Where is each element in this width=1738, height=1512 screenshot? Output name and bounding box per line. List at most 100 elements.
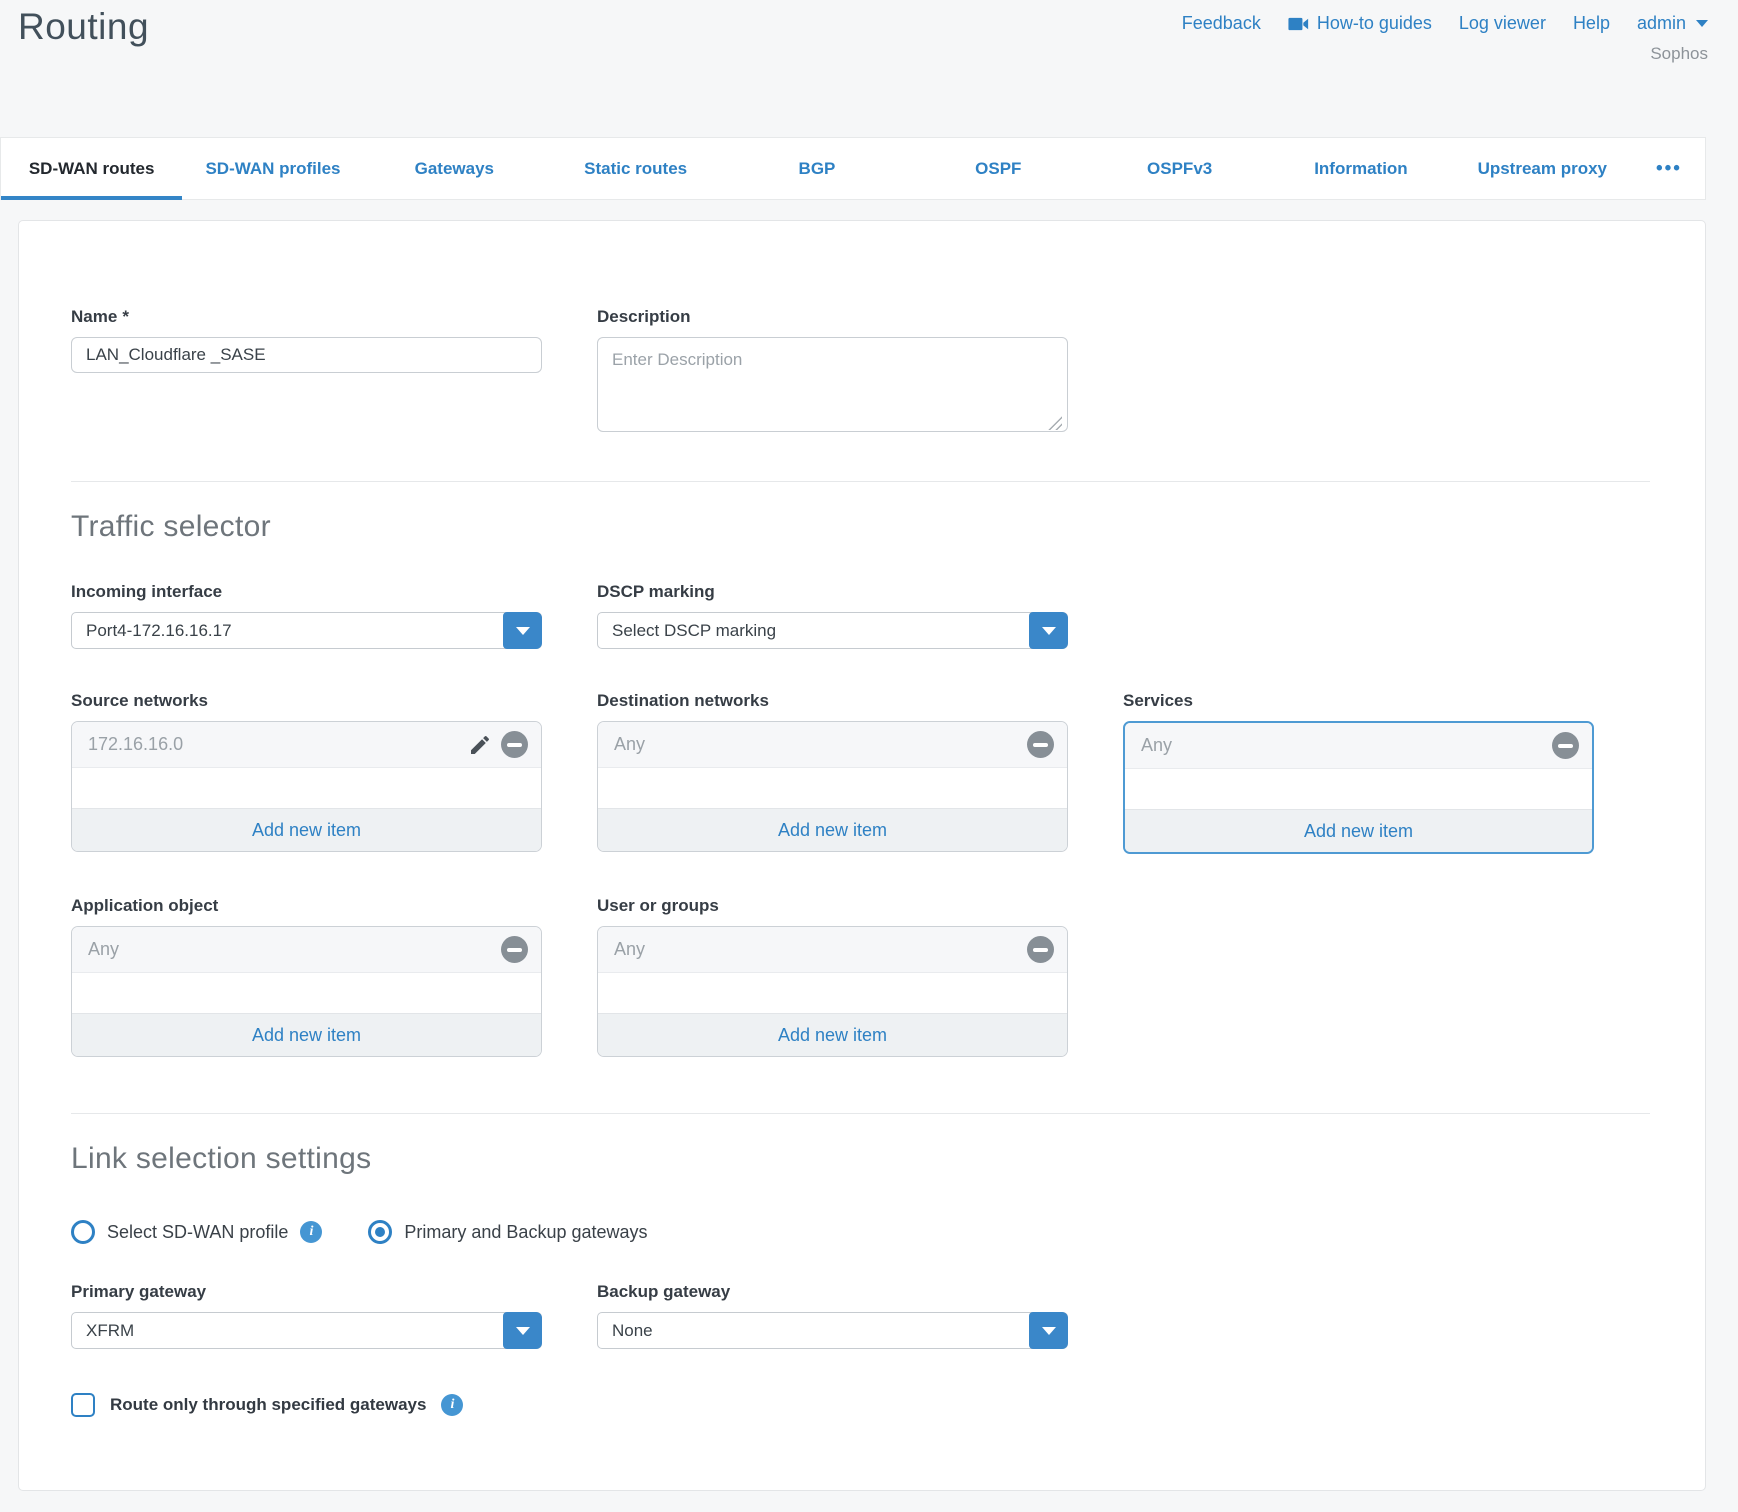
destination-networks-box: Any Add new item [597,721,1068,852]
how-to-guides-label: How-to guides [1317,13,1432,34]
primary-gateway-value: XFRM [72,1313,541,1348]
destination-network-item-text: Any [614,734,645,755]
add-new-item-button[interactable]: Add new item [598,808,1067,851]
incoming-interface-dropdown[interactable]: Port4-172.16.16.17 [71,612,542,649]
dropdown-arrow-icon[interactable] [503,612,542,649]
info-icon[interactable]: i [300,1221,322,1243]
dscp-marking-group: DSCP marking Select DSCP marking [597,582,1068,649]
description-textarea[interactable] [597,337,1068,432]
services-label: Services [1123,691,1594,711]
link-selection-options: Select SD-WAN profile i Primary and Back… [71,1220,1650,1244]
backup-gateway-dropdown[interactable]: None [597,1312,1068,1349]
name-label: Name * [71,307,542,327]
primary-gateway-label: Primary gateway [71,1282,542,1302]
list-item: Any [598,722,1067,768]
tab-sd-wan-routes[interactable]: SD-WAN routes [1,138,182,199]
tab-ospf[interactable]: OSPF [908,138,1089,199]
edit-pencil-icon[interactable] [468,733,492,757]
tab-bgp[interactable]: BGP [726,138,907,199]
tab-label: OSPFv3 [1147,159,1212,179]
radio-primary-backup-gateways[interactable]: Primary and Backup gateways [368,1220,647,1244]
add-new-item-label: Add new item [1304,821,1413,842]
remove-item-icon[interactable] [1027,731,1054,758]
gateways-row: Primary gateway XFRM Backup gateway None [71,1282,1650,1349]
application-object-label: Application object [71,896,542,916]
radio-label: Select SD-WAN profile [107,1222,288,1243]
remove-item-icon[interactable] [501,731,528,758]
name-input[interactable] [71,337,542,373]
help-link[interactable]: Help [1573,13,1610,34]
tab-label: OSPF [975,159,1021,179]
primary-gateway-label-text: Primary gateway [71,1282,206,1302]
source-networks-label-text: Source networks [71,691,208,711]
info-icon[interactable]: i [441,1394,463,1416]
route-only-row: Route only through specified gateways i [71,1393,1650,1417]
description-label-text: Description [597,307,691,327]
radio-unselected-icon[interactable] [71,1220,95,1244]
header-links: Feedback How-to guides Log viewer Help a… [1182,13,1708,34]
dropdown-arrow-icon[interactable] [503,1312,542,1349]
itembox-empty-area [598,973,1067,1013]
radio-select-sd-wan-profile[interactable]: Select SD-WAN profile i [71,1220,322,1244]
more-dots-icon: ••• [1656,158,1682,180]
tab-label: SD-WAN routes [29,159,155,179]
tab-label: BGP [799,159,836,179]
networks-row: Source networks 172.16.16.0 Add new item [71,691,1650,854]
radio-selected-icon[interactable] [368,1220,392,1244]
route-only-checkbox[interactable] [71,1393,95,1417]
tab-label: Static routes [584,159,687,179]
dscp-marking-label-text: DSCP marking [597,582,715,602]
tab-information[interactable]: Information [1270,138,1451,199]
source-networks-label: Source networks [71,691,542,711]
primary-gateway-dropdown[interactable]: XFRM [71,1312,542,1349]
tab-upstream-proxy[interactable]: Upstream proxy [1452,138,1633,199]
user-groups-item-text: Any [614,939,645,960]
tab-sd-wan-profiles[interactable]: SD-WAN profiles [182,138,363,199]
dscp-marking-value: Select DSCP marking [598,613,1067,648]
source-networks-group: Source networks 172.16.16.0 Add new item [71,691,542,852]
log-viewer-link[interactable]: Log viewer [1459,13,1546,34]
services-group: Services Any Add new item [1123,691,1594,854]
dscp-marking-dropdown[interactable]: Select DSCP marking [597,612,1068,649]
how-to-guides-link[interactable]: How-to guides [1288,13,1432,34]
itembox-empty-area [72,973,541,1013]
tab-gateways[interactable]: Gateways [364,138,545,199]
backup-gateway-label-text: Backup gateway [597,1282,730,1302]
itembox-empty-area [72,768,541,808]
remove-item-icon[interactable] [501,936,528,963]
admin-menu-label: admin [1637,13,1686,34]
tab-static-routes[interactable]: Static routes [545,138,726,199]
tab-label: Information [1314,159,1408,179]
route-only-checkbox-label: Route only through specified gateways [110,1395,426,1415]
tab-ospfv3[interactable]: OSPFv3 [1089,138,1270,199]
tab-more-menu[interactable]: ••• [1633,138,1705,199]
traffic-selector-heading: Traffic selector [71,510,1650,544]
remove-item-icon[interactable] [1552,732,1579,759]
add-new-item-button[interactable]: Add new item [72,1013,541,1056]
remove-item-icon[interactable] [1027,936,1054,963]
backup-gateway-label: Backup gateway [597,1282,1068,1302]
section-divider [71,1113,1650,1114]
incoming-interface-label-text: Incoming interface [71,582,222,602]
interface-dscp-row: Incoming interface Port4-172.16.16.17 DS… [71,582,1650,649]
destination-networks-group: Destination networks Any Add new item [597,691,1068,852]
add-new-item-button[interactable]: Add new item [1125,809,1592,852]
feedback-link[interactable]: Feedback [1182,13,1261,34]
application-users-row: Application object Any Add new item User… [71,896,1650,1057]
admin-menu[interactable]: admin [1637,13,1708,34]
add-new-item-label: Add new item [778,820,887,841]
dropdown-arrow-icon[interactable] [1029,1312,1068,1349]
dscp-marking-label: DSCP marking [597,582,1068,602]
destination-networks-label: Destination networks [597,691,1068,711]
itembox-empty-area [1125,769,1592,809]
link-selection-heading: Link selection settings [71,1142,1650,1176]
add-new-item-button[interactable]: Add new item [598,1013,1067,1056]
application-object-label-text: Application object [71,896,218,916]
backup-gateway-value: None [598,1313,1067,1348]
dropdown-arrow-icon[interactable] [1029,612,1068,649]
radio-label: Primary and Backup gateways [404,1222,647,1243]
incoming-interface-label: Incoming interface [71,582,542,602]
name-label-text: Name [71,307,117,327]
add-new-item-button[interactable]: Add new item [72,808,541,851]
list-item: Any [72,927,541,973]
